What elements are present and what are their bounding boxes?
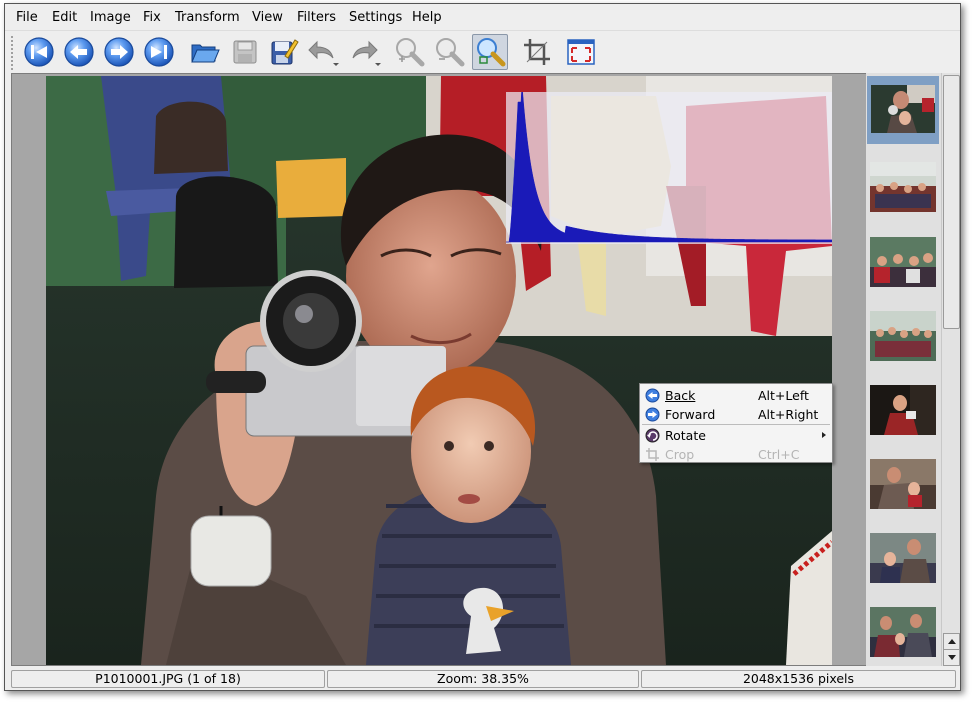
thumbnail-image bbox=[870, 533, 936, 583]
thumbnail-selected[interactable] bbox=[867, 76, 939, 144]
menu-fix[interactable]: Fix bbox=[143, 10, 161, 25]
edit-properties-button[interactable] bbox=[265, 34, 301, 70]
thumbnail-3[interactable] bbox=[870, 237, 936, 287]
menu-help[interactable]: Help bbox=[412, 10, 442, 25]
thumbnail-image bbox=[870, 607, 936, 657]
thumbnail-image bbox=[870, 311, 936, 361]
thumbnail-scrollbar[interactable] bbox=[941, 73, 960, 666]
status-file: P1010001.JPG (1 of 18) bbox=[11, 670, 325, 688]
first-image-button[interactable] bbox=[21, 34, 57, 70]
submenu-arrow-icon bbox=[822, 432, 826, 438]
histogram-curve bbox=[506, 83, 832, 243]
zoom-out-icon bbox=[436, 38, 465, 67]
context-item-rotate-label: Rotate bbox=[665, 428, 706, 443]
back-icon bbox=[64, 37, 94, 67]
context-item-back-shortcut: Alt+Left bbox=[758, 388, 809, 403]
context-item-back-label: Back bbox=[665, 388, 696, 403]
context-item-crop[interactable]: Crop Ctrl+C bbox=[640, 445, 832, 464]
redo-button[interactable] bbox=[347, 34, 383, 70]
thumbnail-5[interactable] bbox=[870, 385, 936, 435]
save-button[interactable] bbox=[227, 34, 263, 70]
thumbnail-image bbox=[870, 459, 936, 509]
thumbnail-7[interactable] bbox=[870, 533, 936, 583]
arrow-down-icon bbox=[947, 655, 956, 660]
main-toolbar bbox=[5, 30, 960, 74]
menu-file[interactable]: File bbox=[16, 10, 38, 25]
photo-canvas[interactable] bbox=[46, 76, 832, 665]
context-item-back[interactable]: Back Alt+Left bbox=[640, 386, 832, 405]
zoom-fit-icon bbox=[477, 38, 506, 67]
edit-properties-icon bbox=[271, 39, 299, 65]
crop-icon bbox=[646, 448, 659, 461]
context-item-forward[interactable]: Forward Alt+Right bbox=[640, 405, 832, 424]
undo-icon bbox=[308, 40, 339, 66]
thumbnail-image bbox=[870, 237, 936, 287]
last-image-icon bbox=[144, 37, 174, 67]
thumbnail-4[interactable] bbox=[870, 311, 936, 361]
image-view[interactable]: Back Alt+Left Forward Alt+Right Rotate C… bbox=[11, 73, 868, 666]
histogram-overlay bbox=[506, 83, 832, 244]
context-item-rotate[interactable]: Rotate bbox=[640, 426, 832, 445]
zoom-in-button[interactable] bbox=[391, 34, 427, 70]
open-button[interactable] bbox=[187, 34, 223, 70]
first-image-icon bbox=[24, 37, 54, 67]
status-size: 2048x1536 pixels bbox=[641, 670, 956, 688]
open-folder-icon bbox=[191, 44, 220, 63]
save-icon bbox=[233, 40, 257, 64]
application-window: File Edit Image Fix Transform View Filte… bbox=[4, 3, 961, 691]
menu-image[interactable]: Image bbox=[90, 10, 131, 25]
fullscreen-icon bbox=[567, 39, 595, 65]
menu-view[interactable]: View bbox=[252, 10, 283, 25]
menu-bar: File Edit Image Fix Transform View Filte… bbox=[5, 4, 960, 30]
rotate-icon bbox=[645, 428, 660, 443]
status-zoom: Zoom: 38.35% bbox=[327, 670, 639, 688]
thumbnail-strip[interactable] bbox=[866, 73, 941, 666]
thumbnail-6[interactable] bbox=[870, 459, 936, 509]
context-item-crop-label: Crop bbox=[665, 447, 695, 462]
context-item-crop-shortcut: Ctrl+C bbox=[758, 447, 800, 462]
toolbar-grip[interactable] bbox=[10, 35, 14, 71]
forward-icon bbox=[104, 37, 134, 67]
zoom-out-button[interactable] bbox=[431, 34, 467, 70]
scroll-down-button[interactable] bbox=[943, 649, 960, 666]
menu-settings[interactable]: Settings bbox=[349, 10, 402, 25]
scroll-up-button[interactable] bbox=[943, 633, 960, 650]
crop-button[interactable] bbox=[519, 34, 555, 70]
menu-transform[interactable]: Transform bbox=[175, 10, 240, 25]
thumbnail-2[interactable] bbox=[870, 162, 936, 212]
thumbnail-image bbox=[870, 162, 936, 212]
last-image-button[interactable] bbox=[141, 34, 177, 70]
redo-icon bbox=[352, 40, 381, 66]
menu-edit[interactable]: Edit bbox=[52, 10, 77, 25]
forward-icon bbox=[645, 407, 660, 422]
undo-button[interactable] bbox=[305, 34, 341, 70]
histogram-chart bbox=[506, 83, 832, 243]
back-button[interactable] bbox=[61, 34, 97, 70]
thumbnail-image bbox=[870, 385, 936, 435]
thumbnail-image bbox=[871, 85, 935, 133]
arrow-up-icon bbox=[947, 639, 956, 644]
fullscreen-button[interactable] bbox=[563, 34, 599, 70]
context-item-forward-shortcut: Alt+Right bbox=[758, 407, 819, 422]
menu-filters[interactable]: Filters bbox=[297, 10, 336, 25]
crop-icon bbox=[524, 39, 550, 65]
forward-button[interactable] bbox=[101, 34, 137, 70]
thumbnail-8[interactable] bbox=[870, 607, 936, 657]
zoom-fit-button[interactable] bbox=[472, 34, 508, 70]
zoom-in-icon bbox=[396, 38, 425, 67]
status-bar: P1010001.JPG (1 of 18) Zoom: 38.35% 2048… bbox=[5, 668, 960, 690]
context-item-forward-label: Forward bbox=[665, 407, 716, 422]
back-icon bbox=[645, 388, 660, 403]
context-menu: Back Alt+Left Forward Alt+Right Rotate C… bbox=[639, 383, 833, 463]
scrollbar-handle[interactable] bbox=[943, 75, 960, 329]
context-separator bbox=[642, 424, 830, 425]
